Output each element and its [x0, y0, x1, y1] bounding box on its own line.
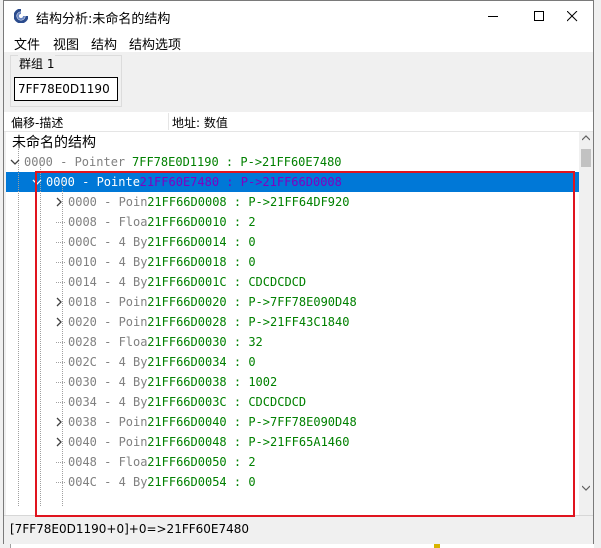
row-address-value: 21FF66D001C : CDCDCDCD — [147, 275, 307, 289]
maximize-icon — [534, 11, 544, 21]
tree-connector — [56, 382, 65, 383]
row-description: 0000 - Pointe — [46, 175, 140, 189]
row-address-value: 21FF66D0020 : P->7FF78E090D48 — [147, 295, 357, 309]
tree-connector — [56, 462, 65, 463]
background-window-edge-right — [594, 0, 601, 548]
vertical-scrollbar[interactable] — [579, 132, 593, 501]
row-description: 0034 - 4 By — [68, 395, 148, 409]
app-icon — [14, 9, 28, 23]
menu-structure-options[interactable]: 结构选项 — [129, 34, 181, 53]
tree-row[interactable]: 0030 - 4 By 21FF66D0038 : 1002 — [6, 372, 579, 392]
column-header: 偏移-描述 地址: 数值 — [4, 112, 593, 132]
row-address-value: 21FF66D0038 : 1002 — [147, 375, 278, 389]
status-bar: [7FF78E0D1190+0]+0=>21FF60E7480 — [4, 515, 593, 544]
tree-row[interactable]: 0008 - Floa 21FF66D0010 : 2 — [6, 212, 579, 232]
structure-tree[interactable]: 未命名的结构 0000 - Pointer 7FF78E0D1190 : P->… — [6, 132, 579, 522]
row-address-value: 21FF66D003C : CDCDCDCD — [147, 395, 307, 409]
menu-structure[interactable]: 结构 — [91, 34, 117, 53]
tree-row[interactable]: 0000 - Pointer 7FF78E0D1190 : P->21FF60E… — [6, 152, 579, 172]
scroll-down-arrow-icon[interactable] — [582, 485, 590, 491]
tree-row[interactable]: 002C - 4 By 21FF66D0034 : 0 — [6, 352, 579, 372]
row-description: 0038 - Poin — [68, 415, 148, 429]
row-address-value: 21FF66D0028 : P->21FF43C1840 — [147, 315, 350, 329]
tree-row[interactable]: 000C - 4 By 21FF66D0014 : 0 — [6, 232, 579, 252]
window-title: 结构分析:未命名的结构 — [36, 12, 171, 27]
tree-root-label: 未命名的结构 — [12, 135, 96, 151]
row-address-value: 21FF66D0018 : 0 — [147, 255, 256, 269]
tree-guide-line — [40, 162, 41, 506]
group-address-input[interactable]: 7FF78E0D1190 — [14, 77, 118, 101]
row-address-value: 21FF60E7480 : P->21FF66D0008 — [139, 175, 342, 189]
menu-bar: 文件 视图 结构 结构选项 — [4, 32, 593, 53]
tree-row[interactable]: 0048 - Floa 21FF66D0050 : 2 — [6, 452, 579, 472]
minimize-button[interactable] — [471, 1, 517, 32]
row-address-value: 21FF66D0050 : 2 — [147, 455, 256, 469]
tree-row[interactable]: 0020 - Poin 21FF66D0028 : P->21FF43C1840 — [6, 312, 579, 332]
row-description: 0028 - Floa — [68, 335, 148, 349]
row-description: 0010 - 4 By — [68, 255, 148, 269]
tree-row[interactable]: 0000 - Poin 21FF66D0008 : P->21FF64DF920 — [6, 192, 579, 212]
tree-connector — [56, 402, 65, 403]
row-description: 0014 - 4 By — [68, 275, 148, 289]
title-bar[interactable]: 结构分析:未命名的结构 — [4, 1, 593, 32]
tree-guide-line — [18, 146, 19, 506]
scroll-up-arrow-icon[interactable] — [582, 135, 590, 141]
close-icon — [567, 11, 578, 22]
tree-row[interactable]: 0028 - Floa 21FF66D0030 : 32 — [6, 332, 579, 352]
tree-connector — [56, 282, 65, 283]
tree-row[interactable]: 0034 - 4 By 21FF66D003C : CDCDCDCD — [6, 392, 579, 412]
row-description: 0000 - Poin — [68, 195, 148, 209]
tree-row[interactable]: 0014 - 4 By 21FF66D001C : CDCDCDCD — [6, 272, 579, 292]
row-description: 002C - 4 By — [68, 355, 148, 369]
row-description: 0048 - Floa — [68, 455, 148, 469]
scrollbar-thumb[interactable] — [581, 149, 591, 167]
row-description: 0030 - 4 By — [68, 375, 148, 389]
row-description: 0008 - Floa — [68, 215, 148, 229]
row-address-value: 21FF66D0048 : P->21FF65A1460 — [147, 435, 350, 449]
row-address-value: 7FF78E0D1190 : P->21FF60E7480 — [132, 155, 342, 169]
group-label: 群组 1 — [18, 55, 56, 72]
header-address-value[interactable]: 地址: 数值 — [172, 114, 228, 131]
row-address-value: 21FF66D0030 : 32 — [147, 335, 263, 349]
tree-row[interactable]: 0038 - Poin 21FF66D0040 : P->7FF78E090D48 — [6, 412, 579, 432]
row-address-value: 21FF66D0040 : P->7FF78E090D48 — [147, 415, 357, 429]
header-offset-description[interactable]: 偏移-描述 — [11, 114, 63, 131]
tree-row[interactable]: 0010 - 4 By 21FF66D0018 : 0 — [6, 252, 579, 272]
menu-view[interactable]: 视图 — [53, 34, 79, 53]
tree-row[interactable]: 0000 - Pointe 21FF60E7480 : P->21FF66D000… — [6, 172, 579, 192]
row-description: 004C - 4 By — [68, 475, 148, 489]
menu-file[interactable]: 文件 — [14, 34, 40, 53]
row-address-value: 21FF66D0014 : 0 — [147, 235, 256, 249]
header-divider[interactable] — [168, 113, 169, 130]
row-description: 000C - 4 By — [68, 235, 148, 249]
row-description: 0020 - Poin — [68, 315, 148, 329]
tree-row[interactable]: 0018 - Poin 21FF66D0020 : P->7FF78E090D48 — [6, 292, 579, 312]
row-address-value: 21FF66D0034 : 0 — [147, 355, 256, 369]
tree-connector — [56, 242, 65, 243]
minimize-icon — [488, 16, 498, 17]
row-address-value: 21FF66D0010 : 2 — [147, 215, 256, 229]
tree-row[interactable]: 0040 - Poin 21FF66D0048 : P->21FF65A1460 — [6, 432, 579, 452]
structure-dissect-window: 结构分析:未命名的结构 文件 视图 结构 结构选项 群组 1 偏移-描述 地址:… — [3, 0, 594, 544]
tree-connector — [56, 222, 65, 223]
close-button[interactable] — [550, 1, 596, 32]
tree-row[interactable]: 004C - 4 By 21FF66D0054 : 0 — [6, 472, 579, 492]
status-text: [7FF78E0D1190+0]+0=>21FF60E7480 — [10, 522, 250, 536]
tree-connector — [56, 482, 65, 483]
row-address-value: 21FF66D0008 : P->21FF64DF920 — [147, 195, 350, 209]
tree-guide-line — [62, 182, 63, 506]
row-address-value: 21FF66D0054 : 0 — [147, 475, 256, 489]
row-description: 0018 - Poin — [68, 295, 148, 309]
tree-connector — [56, 262, 65, 263]
tree-connector — [56, 362, 65, 363]
row-description: 0040 - Poin — [68, 435, 148, 449]
tree-connector — [56, 342, 65, 343]
